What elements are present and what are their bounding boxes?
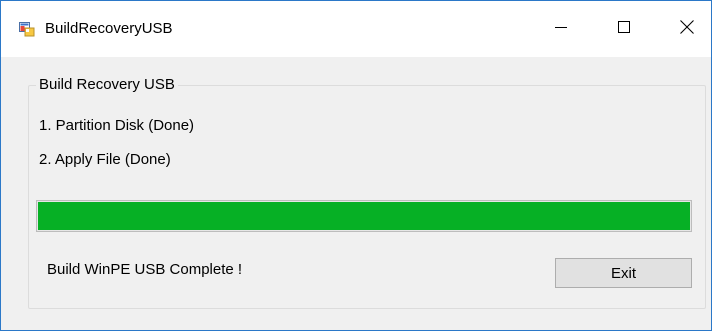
progress-bar	[36, 200, 692, 232]
progress-bar-fill	[38, 202, 690, 230]
title-bar[interactable]: BuildRecoveryUSB	[1, 1, 711, 57]
groupbox-title: Build Recovery USB	[36, 75, 178, 95]
window-title: BuildRecoveryUSB	[45, 20, 173, 37]
minimize-button[interactable]	[531, 1, 591, 57]
exit-button[interactable]: Exit	[555, 258, 692, 288]
close-icon	[680, 19, 694, 39]
step-partition-disk: 1. Partition Disk (Done)	[39, 117, 195, 134]
status-message: Build WinPE USB Complete !	[47, 261, 243, 278]
app-window-icon	[19, 21, 35, 37]
maximize-button[interactable]	[594, 1, 654, 57]
close-button[interactable]	[657, 1, 711, 57]
main-window: BuildRecoveryUSB Build Recovery USB 1. P…	[0, 0, 712, 331]
maximize-icon	[618, 20, 630, 38]
step-apply-file: 2. Apply File (Done)	[39, 151, 171, 168]
minimize-icon	[555, 20, 567, 38]
